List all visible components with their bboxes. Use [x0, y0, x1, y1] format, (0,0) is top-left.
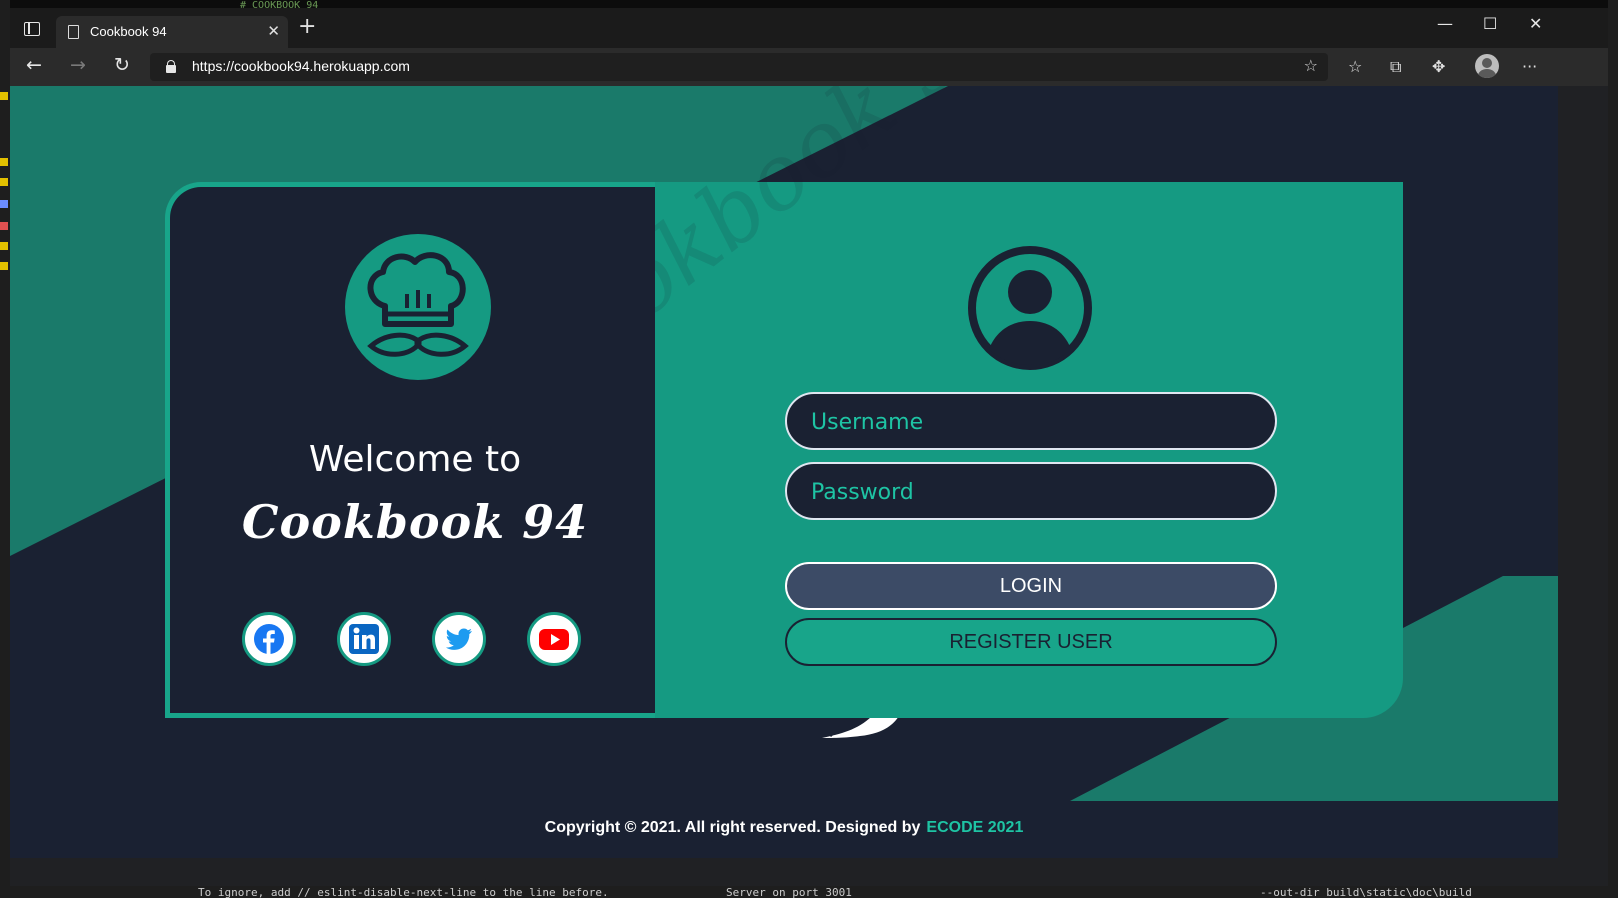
username-field[interactable]: [785, 392, 1277, 450]
favorites-add-icon[interactable]: ☆: [1304, 56, 1318, 75]
maximize-button[interactable]: ☐: [1483, 14, 1497, 33]
page-viewport: Cookbook 94 Welcome to Cookbook 94: [10, 86, 1558, 858]
favorites-icon[interactable]: ☆: [1348, 57, 1362, 76]
url-text[interactable]: https://cookbook94.herokuapp.com: [192, 58, 410, 74]
chef-hat-icon: [367, 252, 469, 357]
brand-title: Cookbook 94: [241, 495, 589, 549]
user-avatar-icon: [968, 246, 1092, 370]
footer-copyright: Copyright © 2021. All right reserved. De…: [544, 819, 921, 836]
refresh-button[interactable]: ↻: [114, 54, 130, 76]
background-editor-right: [1608, 0, 1618, 898]
tab-actions-icon[interactable]: [24, 22, 40, 36]
username-input[interactable]: [811, 406, 1251, 438]
background-editor-bottom: To ignore, add // eslint-disable-next-li…: [0, 886, 1618, 898]
tab-cookbook[interactable]: Cookbook 94 ✕: [56, 16, 288, 48]
background-editor-top-text: # COOKBOOK 94: [240, 0, 319, 8]
register-user-button[interactable]: REGISTER USER: [785, 618, 1277, 666]
browser-toolbar: ← → ↻ https://cookbook94.herokuapp.com ☆…: [10, 48, 1608, 86]
document-icon: [68, 25, 79, 39]
vertical-scrollbar[interactable]: [1558, 86, 1608, 886]
chef-hat-logo: [345, 234, 491, 380]
editor-bottom-text-mid: Server on port 3001: [726, 886, 852, 898]
new-tab-button[interactable]: +: [298, 16, 316, 38]
editor-bottom-text-right: --out-dir build\static\doc\build: [1260, 886, 1472, 898]
welcome-panel: Welcome to Cookbook 94: [165, 182, 655, 718]
browser-window: Cookbook 94 ✕ + — ☐ ✕ ← → ↻ https://cook…: [10, 8, 1608, 886]
footer: Copyright © 2021. All right reserved. De…: [10, 819, 1558, 837]
tab-bar: Cookbook 94 ✕ + — ☐ ✕: [10, 8, 1608, 48]
twitter-icon[interactable]: [432, 612, 486, 666]
login-button[interactable]: LOGIN: [785, 562, 1277, 610]
welcome-heading: Welcome to: [308, 439, 522, 480]
tab-close-icon[interactable]: ✕: [267, 22, 280, 40]
editor-bottom-text-left: To ignore, add // eslint-disable-next-li…: [198, 886, 609, 898]
collections-icon[interactable]: ⧉: [1390, 57, 1401, 77]
back-button[interactable]: ←: [26, 54, 42, 76]
password-field[interactable]: [785, 462, 1277, 520]
profile-icon[interactable]: [1475, 54, 1499, 78]
login-card: Cookbook 94 Welcome to Cookbook 94: [165, 86, 1403, 718]
password-input[interactable]: [811, 476, 1251, 508]
close-window-button[interactable]: ✕: [1529, 14, 1542, 33]
tab-title: Cookbook 94: [90, 24, 167, 39]
youtube-icon[interactable]: [527, 612, 581, 666]
footer-designer-link[interactable]: ECODE 2021: [926, 819, 1023, 836]
more-icon[interactable]: ···: [1522, 57, 1537, 76]
background-editor-left: [0, 0, 10, 898]
lock-icon[interactable]: [166, 60, 176, 73]
address-bar[interactable]: https://cookbook94.herokuapp.com ☆: [150, 53, 1328, 81]
minimize-button[interactable]: —: [1437, 14, 1453, 33]
forward-button[interactable]: →: [70, 54, 86, 76]
facebook-icon[interactable]: [242, 612, 296, 666]
extensions-icon[interactable]: ✥: [1432, 57, 1445, 76]
linkedin-icon[interactable]: [337, 612, 391, 666]
